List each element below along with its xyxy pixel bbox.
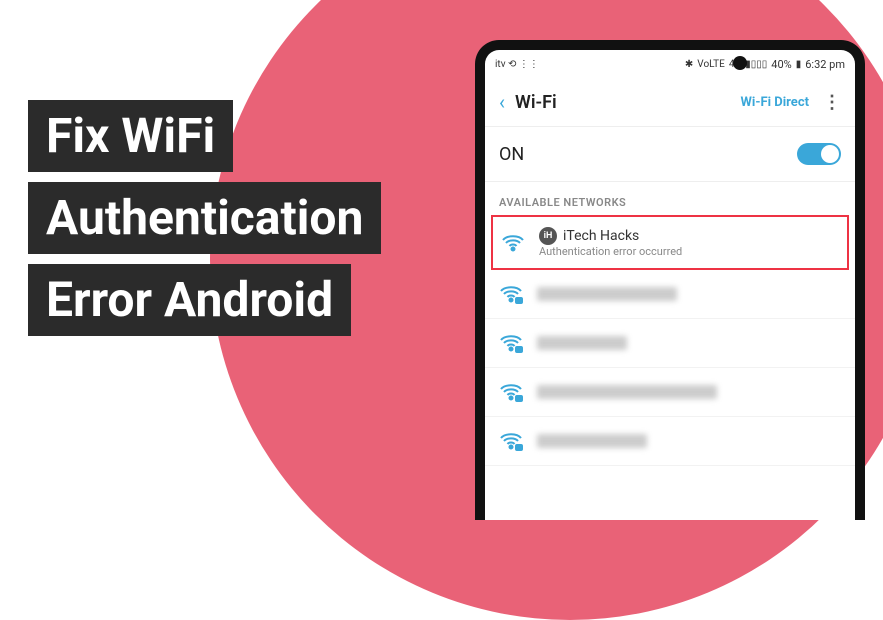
page-title: Wi-Fi [515,92,557,113]
more-menu-button[interactable]: ⋮ [823,92,841,113]
blurred-network-name [537,336,627,350]
blurred-network-name [537,385,717,399]
clock: 6:32 pm [805,58,845,71]
wifi-signal-icon [501,231,525,255]
network-row-highlighted[interactable]: iH iTech Hacks Authentication error occu… [491,215,849,270]
network-status: Authentication error occurred [539,245,839,258]
network-row-blurred[interactable] [485,417,855,466]
headline-block: Fix WiFi Authentication Error Android [28,100,381,346]
network-row-blurred[interactable] [485,368,855,417]
blurred-network-name [537,434,647,448]
wifi-header: ‹ Wi-Fi Wi-Fi Direct ⋮ [485,78,855,127]
blurred-network-name [537,287,677,301]
network-row-blurred[interactable] [485,270,855,319]
network-row-blurred[interactable] [485,319,855,368]
wifi-on-row: ON [485,127,855,182]
wifi-lock-icon [499,282,523,306]
carrier-icons: itv ⟲ ⋮⋮ [495,59,539,70]
back-button[interactable]: ‹ [499,90,505,114]
phone-screen: itv ⟲ ⋮⋮ ✱ VoLTE 4G ▮▯▯▯ 40% ▮ 6:32 pm ‹… [485,50,855,520]
available-networks-label: AVAILABLE NETWORKS [485,182,855,215]
camera-hole [733,56,747,70]
headline-line-1: Fix WiFi [28,100,233,172]
wifi-direct-button[interactable]: Wi-Fi Direct [741,95,809,110]
wifi-lock-icon [499,429,523,453]
phone-frame: itv ⟲ ⋮⋮ ✱ VoLTE 4G ▮▯▯▯ 40% ▮ 6:32 pm ‹… [475,40,865,520]
itechhacks-badge-icon: iH [539,227,557,245]
headline-line-2: Authentication [28,182,381,254]
status-bar: itv ⟲ ⋮⋮ ✱ VoLTE 4G ▮▯▯▯ 40% ▮ 6:32 pm [485,50,855,78]
wifi-on-label: ON [499,144,524,165]
battery-percent: 40% [771,58,791,71]
wifi-toggle[interactable] [797,143,841,165]
wifi-lock-icon [499,380,523,404]
volte-icon: VoLTE [697,59,725,70]
headline-line-3: Error Android [28,264,351,336]
network-name: iTech Hacks [563,228,639,244]
bluetooth-icon: ✱ [685,59,693,70]
signal-bars-icon: ▮▯▯▯ [745,59,767,70]
battery-icon: ▮ [796,59,802,70]
wifi-lock-icon [499,331,523,355]
